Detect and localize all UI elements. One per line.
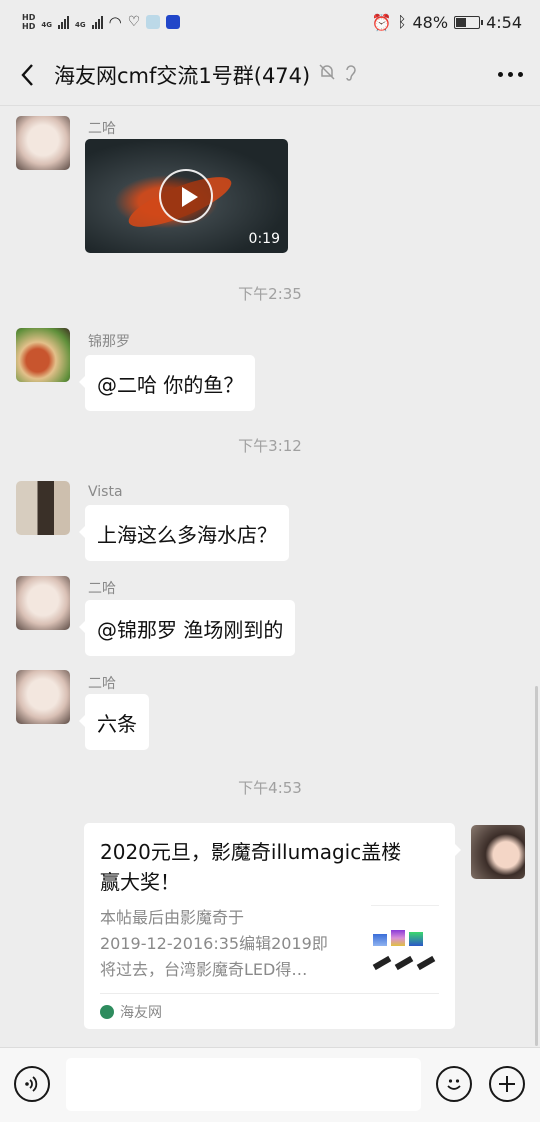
back-button[interactable] bbox=[0, 44, 54, 106]
dot-icon bbox=[517, 72, 523, 77]
link-card-title-line: 2020元旦，影魔奇illumagic盖楼 bbox=[100, 840, 402, 864]
battery-icon bbox=[454, 15, 484, 29]
network-type-1: 4G bbox=[41, 21, 52, 29]
source-app-icon bbox=[100, 1004, 114, 1019]
avatar[interactable] bbox=[16, 576, 70, 630]
video-message[interactable]: 0:19 bbox=[85, 139, 288, 253]
message-bubble[interactable]: @锦那罗 渔场刚到的 bbox=[78, 600, 296, 656]
earpiece-mode-icon bbox=[344, 63, 358, 86]
link-card-source: 海友网 bbox=[100, 993, 439, 1029]
more-options-button[interactable] bbox=[480, 44, 540, 106]
wifi-icon: ◠ bbox=[108, 13, 122, 31]
message-bubble[interactable]: @二哈 你的鱼？ bbox=[78, 355, 256, 411]
input-bar bbox=[0, 1047, 540, 1122]
network-type-2: 4G bbox=[74, 21, 86, 29]
sender-name: 二哈 bbox=[88, 676, 116, 692]
avatar[interactable] bbox=[16, 670, 70, 724]
message-bubble[interactable]: 六条 bbox=[79, 694, 149, 750]
link-card-title-line: 赢大奖！ bbox=[100, 870, 180, 894]
dot-icon bbox=[507, 72, 513, 77]
more-functions-button[interactable] bbox=[489, 1066, 525, 1102]
mute-icon bbox=[318, 63, 336, 86]
dot-icon bbox=[497, 72, 503, 77]
link-card-thumbnail bbox=[371, 905, 439, 975]
timestamp: 下午2:35 bbox=[238, 285, 302, 303]
group-title: 海友网cmf交流1号群(474) bbox=[54, 63, 311, 88]
timestamp: 下午4:53 bbox=[238, 779, 302, 797]
signal-icon bbox=[57, 15, 69, 29]
source-name: 海友网 bbox=[120, 1004, 162, 1021]
link-card-title: 2020元旦，影魔奇illumagic盖楼 赢大奖！ bbox=[100, 837, 439, 897]
bluetooth-icon: ᛒ bbox=[397, 13, 407, 31]
message-input[interactable] bbox=[66, 1058, 421, 1111]
avatar[interactable] bbox=[16, 481, 70, 535]
app-notification-icon-2 bbox=[166, 15, 181, 29]
battery-fill bbox=[456, 17, 467, 27]
back-arrow-icon bbox=[21, 63, 33, 86]
alarm-icon: ⏰ bbox=[371, 12, 392, 32]
link-card-description: 本帖最后由影魔奇于 2019-12-2016:35编辑2019即 将过去，台湾影… bbox=[100, 905, 362, 983]
video-duration: 0:19 bbox=[248, 231, 280, 247]
hd-badges: HD HD bbox=[22, 13, 35, 31]
avatar[interactable] bbox=[16, 328, 70, 382]
status-bar: HD HD 4G 4G ◠ ♡ ⏰ ᛒ 48% 4:54 bbox=[0, 0, 540, 44]
battery-percent: 48% bbox=[412, 12, 449, 32]
app-notification-icon bbox=[146, 15, 161, 29]
emoji-icon bbox=[447, 1079, 461, 1090]
message-bubble[interactable]: 上海这么多海水店？ bbox=[79, 505, 289, 561]
avatar[interactable] bbox=[16, 116, 70, 170]
voice-input-button[interactable] bbox=[14, 1066, 50, 1102]
sender-name: 二哈 bbox=[88, 121, 116, 137]
hd-badge-1: HD bbox=[22, 13, 36, 22]
link-card-message[interactable]: 2020元旦，影魔奇illumagic盖楼 赢大奖！ 本帖最后由影魔奇于 201… bbox=[84, 823, 461, 1029]
plus-icon bbox=[499, 1076, 515, 1092]
sender-name: 二哈 bbox=[88, 581, 116, 597]
timestamp: 下午3:12 bbox=[238, 437, 302, 455]
sender-name: Vista bbox=[88, 484, 123, 500]
my-avatar[interactable] bbox=[471, 825, 525, 879]
voice-icon bbox=[25, 1076, 38, 1092]
signal-icon-2 bbox=[91, 15, 103, 29]
scrollbar[interactable] bbox=[535, 686, 538, 1046]
hd-badge-2: HD bbox=[22, 22, 36, 31]
health-icon: ♡ bbox=[127, 14, 141, 30]
play-icon[interactable] bbox=[159, 169, 213, 223]
clock: 4:54 bbox=[486, 12, 522, 32]
link-card-desc-line: 将过去，台湾影魔奇LED得… bbox=[100, 960, 308, 979]
chat-header: 海友网cmf交流1号群(474) bbox=[0, 44, 540, 106]
link-card-desc-line: 2019-12-2016:35编辑2019即 bbox=[100, 934, 328, 953]
link-card-desc-line: 本帖最后由影魔奇于 bbox=[100, 908, 245, 927]
sender-name: 锦那罗 bbox=[88, 334, 130, 350]
chat-area[interactable]: 二哈 0:19 下午2:35 锦那罗 @二哈 你的鱼？ 下午3:12 Vista… bbox=[0, 107, 540, 1047]
emoji-button[interactable] bbox=[436, 1066, 472, 1102]
